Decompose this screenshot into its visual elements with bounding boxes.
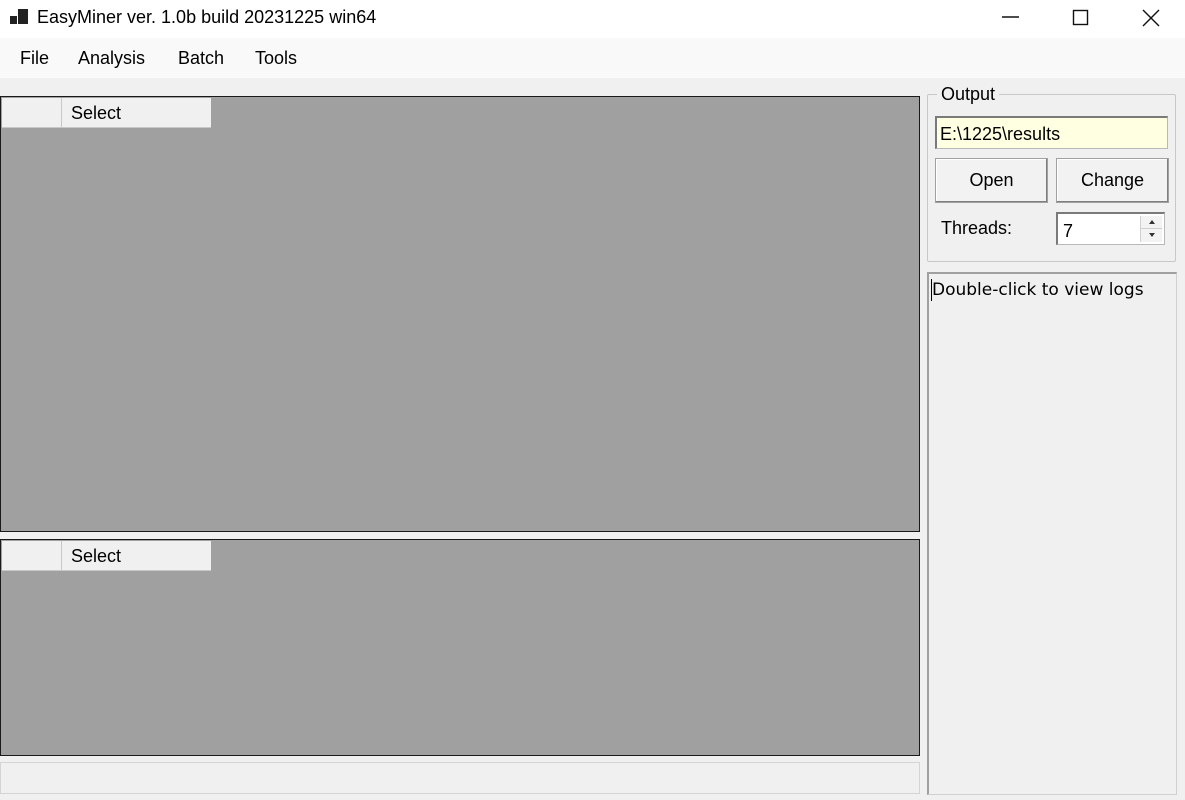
maximize-icon <box>1072 9 1089 26</box>
arrow-up-icon <box>1149 220 1155 224</box>
bottom-grid-corner-cell[interactable] <box>2 541 62 571</box>
output-group-label: Output <box>937 84 1000 105</box>
top-data-grid[interactable]: Select <box>0 96 920 532</box>
menu-bar: File Analysis Batch Tools <box>0 38 1185 78</box>
bottom-grid-header: Select <box>2 541 211 571</box>
window-title: EasyMiner ver. 1.0b build 20231225 win64 <box>37 7 377 27</box>
title-bar: EasyMiner ver. 1.0b build 20231225 win64 <box>0 0 1185 38</box>
threads-stepper[interactable]: 7 <box>1056 212 1165 245</box>
arrow-down-icon <box>1149 233 1155 237</box>
menu-tools[interactable]: Tools <box>255 48 297 69</box>
top-grid-select-column-header[interactable]: Select <box>62 98 211 128</box>
status-bar <box>0 762 920 794</box>
open-button[interactable]: Open <box>935 158 1048 203</box>
output-path-field[interactable] <box>935 116 1168 149</box>
app-icon <box>10 8 30 26</box>
close-icon <box>1142 9 1160 27</box>
maximize-button[interactable] <box>1046 0 1116 36</box>
menu-file[interactable]: File <box>20 48 49 69</box>
close-button[interactable] <box>1116 0 1185 36</box>
log-textbox[interactable]: Double-click to view logs <box>927 272 1177 795</box>
threads-label: Threads: <box>941 218 1013 238</box>
minimize-icon <box>1002 16 1019 18</box>
threads-decrement-button[interactable] <box>1141 229 1162 242</box>
top-grid-corner-cell[interactable] <box>2 98 62 128</box>
bottom-data-grid[interactable]: Select <box>0 539 920 756</box>
menu-analysis[interactable]: Analysis <box>78 48 145 69</box>
minimize-button[interactable] <box>976 0 1046 36</box>
log-hint-text: Double-click to view logs <box>932 280 1144 300</box>
threads-stepper-arrows <box>1140 216 1162 242</box>
menu-batch[interactable]: Batch <box>178 48 224 69</box>
top-grid-header: Select <box>2 98 211 128</box>
bottom-grid-select-column-header[interactable]: Select <box>62 541 211 571</box>
change-button[interactable]: Change <box>1056 158 1169 203</box>
threads-increment-button[interactable] <box>1141 216 1162 229</box>
threads-value[interactable]: 7 <box>1063 221 1073 242</box>
